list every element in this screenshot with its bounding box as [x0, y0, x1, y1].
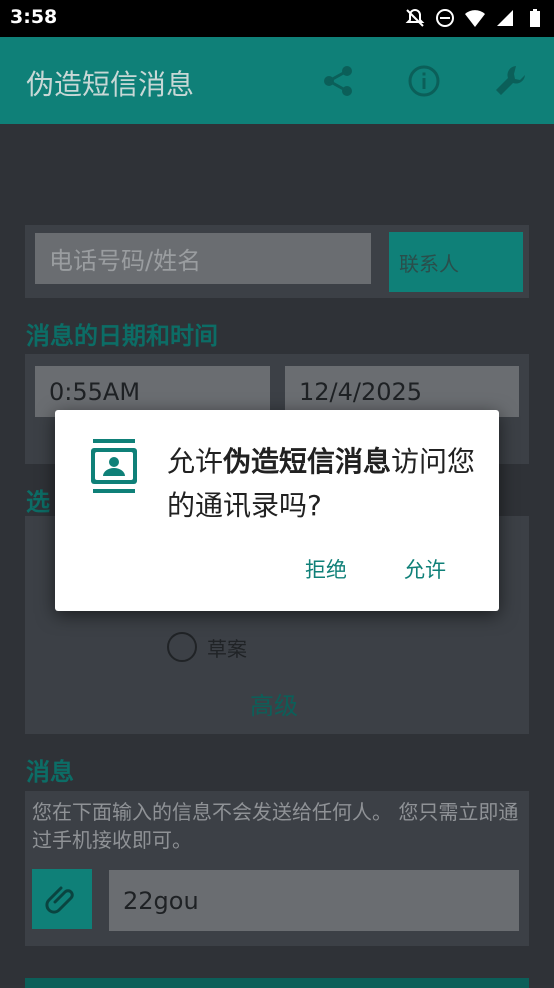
battery-icon [524, 7, 546, 29]
contacts-icon [89, 438, 139, 498]
radio-icon [167, 632, 197, 662]
app-title: 伪造短信消息 [26, 68, 195, 101]
app-bar: 伪造短信消息 [0, 37, 554, 124]
wifi-icon [464, 7, 486, 29]
signal-icon [494, 7, 516, 29]
message-note: 您在下面输入的信息不会发送给任何人。 您只需立即通过手机接收即可。 [32, 800, 519, 852]
message-label: 消息 [26, 758, 74, 786]
wrench-icon[interactable] [490, 61, 530, 101]
notifications-off-icon [404, 7, 426, 29]
dialog-message: 允许伪造短信消息访问您的通讯录吗? [167, 440, 487, 528]
advanced-button[interactable]: 高级 [250, 686, 298, 721]
deny-button[interactable]: 拒绝 [305, 554, 347, 584]
attach-button[interactable] [32, 869, 92, 929]
share-icon[interactable] [318, 61, 358, 101]
allow-button[interactable]: 允许 [404, 554, 446, 584]
send-button-edge[interactable] [25, 978, 529, 988]
phone-input[interactable]: 电话号码/姓名 [35, 233, 371, 284]
do-not-disturb-icon [434, 7, 456, 29]
contacts-button[interactable]: 联系人 [389, 232, 523, 292]
type-label: 选 [26, 488, 50, 516]
paperclip-icon [45, 886, 74, 914]
status-icons [404, 7, 546, 29]
status-bar: 3:58 [0, 0, 554, 37]
status-time: 3:58 [10, 6, 58, 28]
dialog-app-name: 伪造短信消息 [223, 445, 392, 478]
info-icon[interactable] [404, 61, 444, 101]
draft-label: 草案 [207, 636, 247, 661]
permission-dialog: 允许伪造短信消息访问您的通讯录吗? 拒绝 允许 [55, 410, 499, 611]
message-input[interactable]: 22gou [109, 870, 519, 931]
dialog-message-prefix: 允许 [167, 445, 224, 478]
draft-option[interactable]: 草案 [167, 632, 247, 662]
date-time-label: 消息的日期和时间 [26, 322, 218, 350]
